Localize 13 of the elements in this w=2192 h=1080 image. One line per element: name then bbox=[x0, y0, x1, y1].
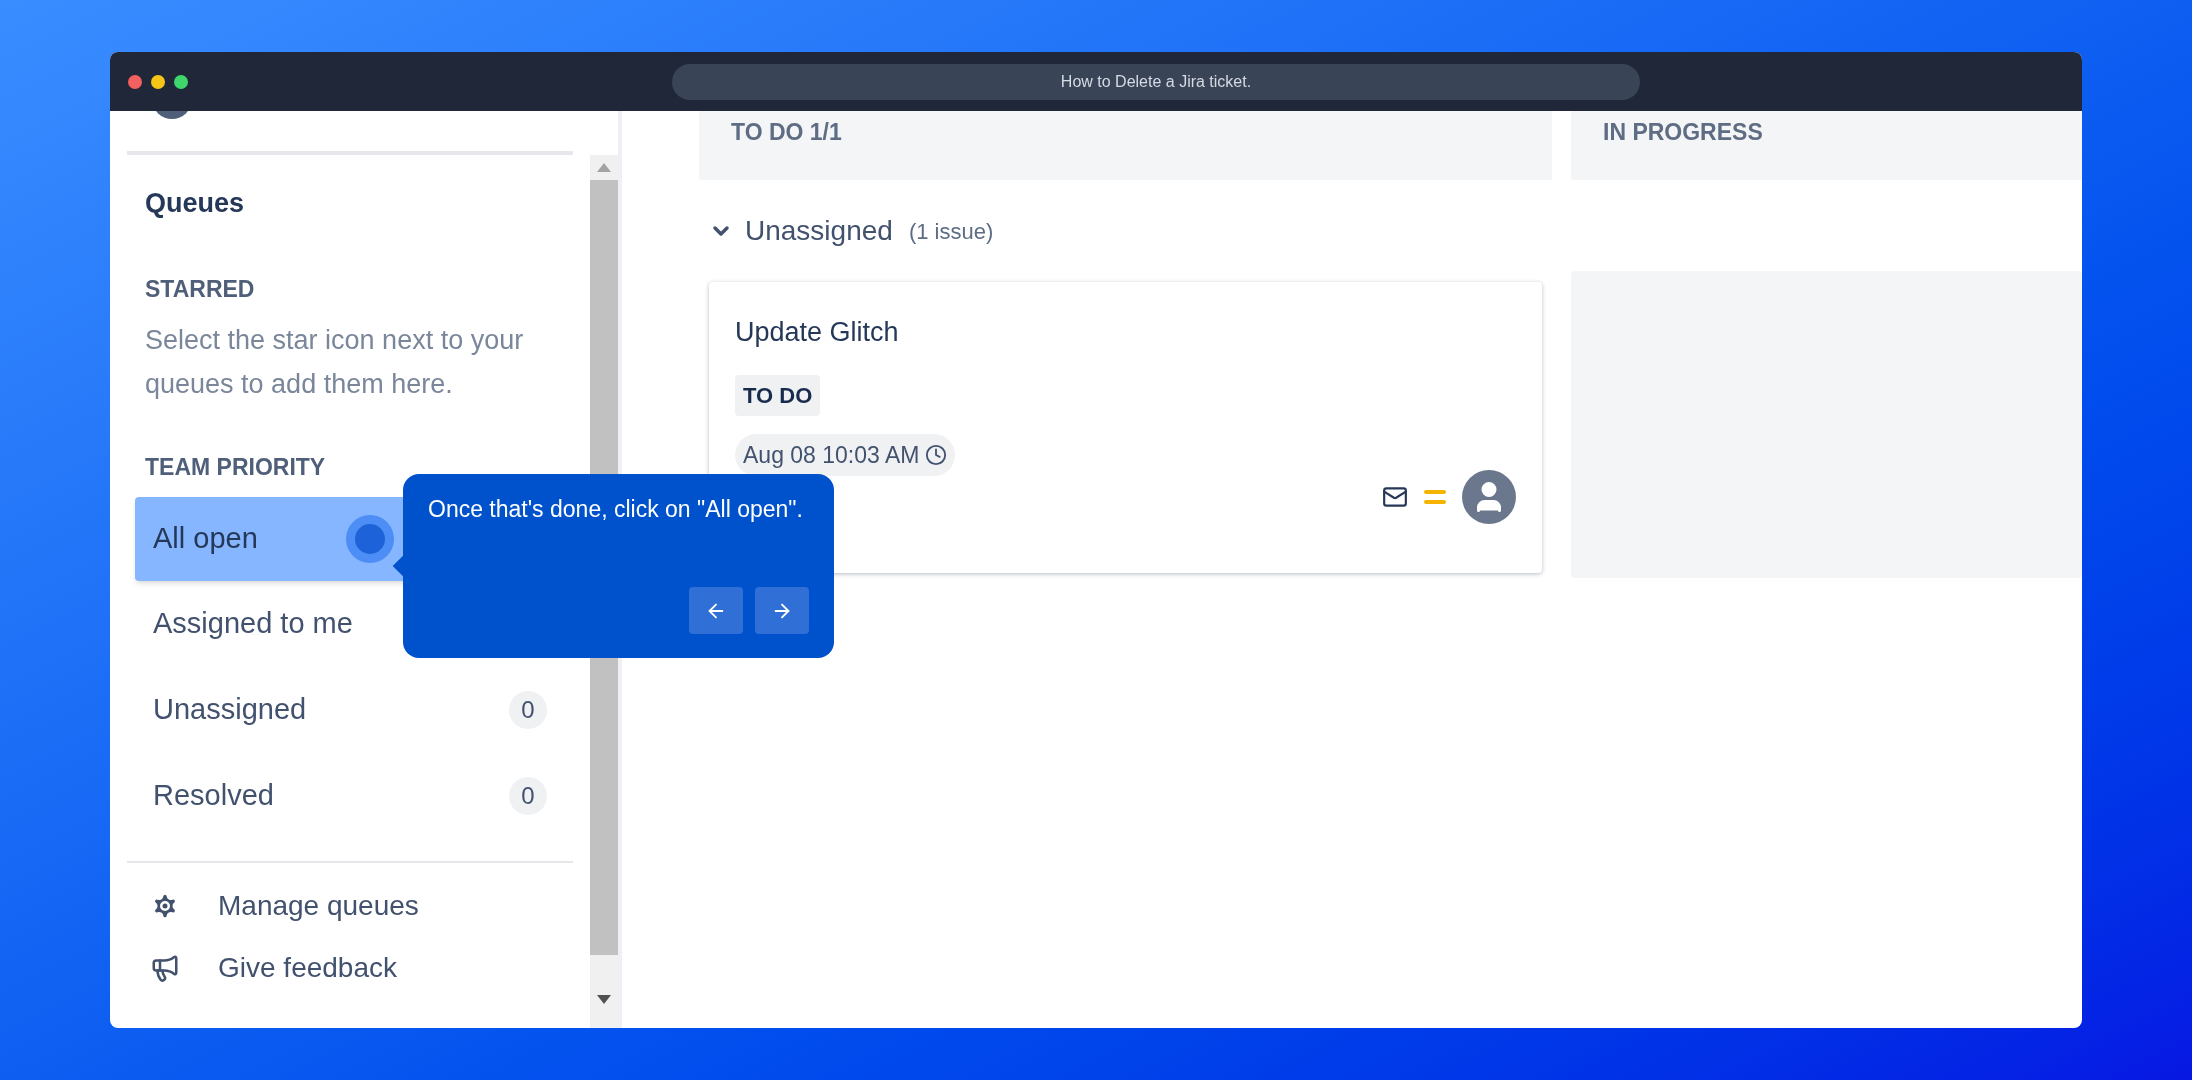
issue-title: Update Glitch bbox=[735, 316, 900, 349]
status-lozenge: TO DO bbox=[735, 374, 821, 416]
column-header: IN PROGRESS bbox=[1571, 111, 2082, 180]
column-header: TO DO 1/1 bbox=[699, 111, 1552, 180]
group-label: Unassigned bbox=[745, 214, 893, 248]
due-date: Aug 08 10:03 AM bbox=[735, 433, 956, 476]
section-heading: STARRED bbox=[145, 274, 256, 304]
sidebar-heading: Queues bbox=[145, 187, 246, 220]
issue-count: (1 issue) bbox=[908, 217, 994, 246]
starred-hint: Select the star icon next to your queues to add them here. bbox=[145, 324, 525, 401]
section-heading: TEAM PRIORITY bbox=[145, 453, 327, 482]
count-badge: 0 bbox=[509, 776, 547, 815]
count-badge: 0 bbox=[509, 690, 547, 729]
